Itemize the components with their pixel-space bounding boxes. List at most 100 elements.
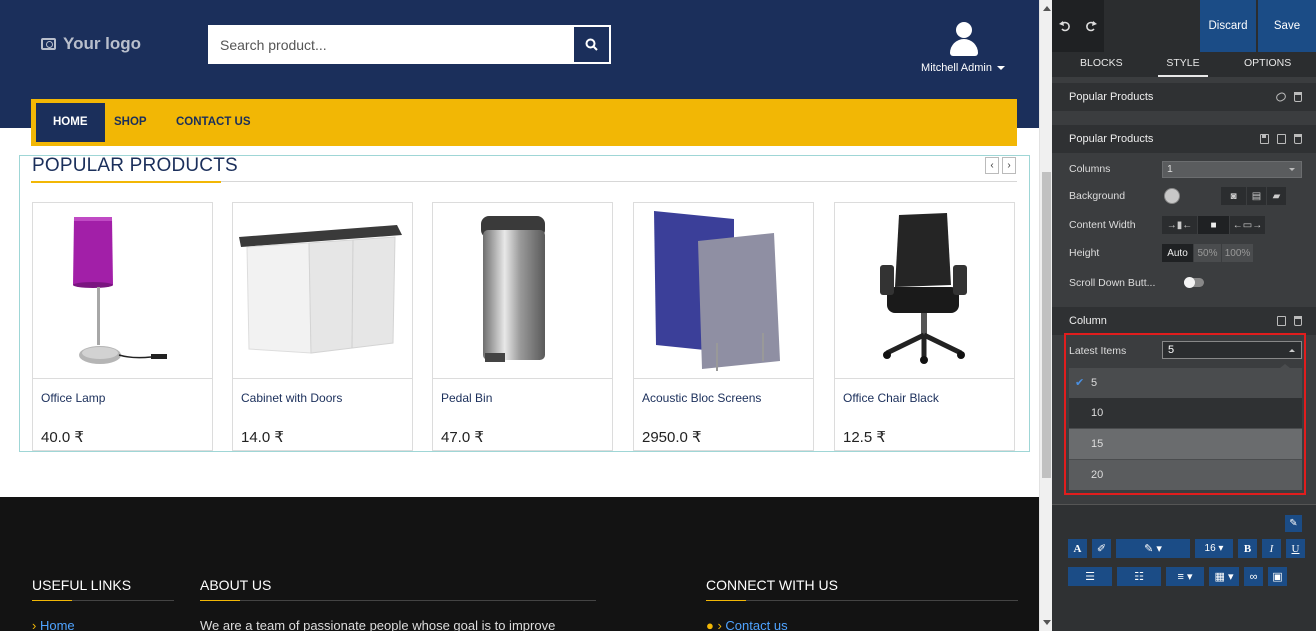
carousel-next-button[interactable]: › xyxy=(1002,157,1016,174)
snippet-header: Popular Products xyxy=(1052,83,1316,111)
clone-icon[interactable] xyxy=(1277,316,1286,326)
product-image-bin[interactable] xyxy=(433,203,612,379)
align-dropdown-button[interactable]: ≡ ▾ xyxy=(1166,567,1204,586)
dropdown-option-15[interactable]: 15 xyxy=(1069,429,1302,459)
product-price: 2950.0 ₹ xyxy=(642,429,702,446)
underline-button[interactable]: U xyxy=(1286,539,1305,558)
editor-toolbar: Discard Save xyxy=(1052,0,1316,52)
eraser-icon[interactable]: ✎ xyxy=(1285,515,1302,532)
product-image-cabinet[interactable] xyxy=(233,203,412,379)
background-shape-icon[interactable]: ▰ xyxy=(1267,187,1287,205)
font-size-dropdown[interactable]: 16 ▾ xyxy=(1195,539,1233,558)
snippet-title: Popular Products xyxy=(1069,91,1154,103)
product-name[interactable]: Acoustic Bloc Screens xyxy=(642,391,761,405)
title-accent xyxy=(31,181,221,183)
site-footer: USEFUL LINKS › Home ABOUT US We are a te… xyxy=(0,497,1039,631)
content-width-options: →▮← ■ ←▭→ xyxy=(1162,216,1266,234)
clone-icon[interactable] xyxy=(1277,134,1286,144)
undo-icon xyxy=(1059,21,1070,32)
background-image-icon[interactable]: ◙ xyxy=(1221,187,1247,205)
height-auto-button[interactable]: Auto xyxy=(1162,244,1194,262)
font-color-button[interactable]: A xyxy=(1068,539,1087,558)
height-50-button[interactable]: 50% xyxy=(1194,244,1222,262)
footer-link-contact-label: Contact us xyxy=(725,618,788,631)
dropdown-option-10[interactable]: 10 xyxy=(1069,398,1302,428)
site-logo[interactable]: Your logo xyxy=(41,34,141,54)
brush-icon[interactable]: ✐ xyxy=(1092,539,1111,558)
product-card[interactable]: Cabinet with Doors 14.0 ₹ xyxy=(232,202,413,451)
footer-link-contact[interactable]: ● › Contact us xyxy=(706,618,788,631)
latest-items-select[interactable]: 5 xyxy=(1162,341,1302,359)
toolbar-row-2: ☰ ☷ ≡ ▾ ▦ ▾ ∞ ▣ xyxy=(1068,567,1287,586)
nav-contact-us[interactable]: CONTACT US xyxy=(176,103,251,142)
tab-options[interactable]: OPTIONS xyxy=(1244,52,1291,77)
italic-button[interactable]: I xyxy=(1262,539,1281,558)
background-video-icon[interactable]: ▤ xyxy=(1247,187,1267,205)
product-name[interactable]: Cabinet with Doors xyxy=(241,391,342,405)
logo-text: Your logo xyxy=(63,34,142,53)
editor-panel: Discard Save BLOCKS STYLE OPTIONS Popula… xyxy=(1052,0,1316,631)
footer-about-text: We are a team of passionate people whose… xyxy=(200,618,556,631)
bullet-list-icon[interactable]: ☰ xyxy=(1068,567,1112,586)
canvas-scrollbar[interactable] xyxy=(1039,0,1052,631)
columns-select[interactable]: 1 xyxy=(1162,161,1302,178)
nav-shop[interactable]: SHOP xyxy=(114,103,147,142)
product-card[interactable]: Pedal Bin 47.0 ₹ xyxy=(432,202,613,451)
section-title: Popular Products xyxy=(1069,133,1154,145)
dropdown-option-5[interactable]: ✔ 5 xyxy=(1069,368,1302,398)
scrollbar-thumb[interactable] xyxy=(1042,172,1051,478)
link-icon[interactable] xyxy=(1274,91,1288,103)
caret-down-icon xyxy=(996,66,1005,71)
save-button[interactable]: Save xyxy=(1258,0,1316,52)
width-small-icon[interactable]: →▮← xyxy=(1162,216,1198,234)
dropdown-option-20[interactable]: 20 xyxy=(1069,460,1302,490)
redo-button[interactable] xyxy=(1078,0,1104,52)
product-card[interactable]: Acoustic Bloc Screens 2950.0 ₹ xyxy=(633,202,814,451)
scroll-up-icon[interactable] xyxy=(1043,6,1051,11)
discard-button[interactable]: Discard xyxy=(1200,0,1256,52)
width-full-icon[interactable]: ←▭→ xyxy=(1230,216,1266,234)
footer-useful-links-title: USEFUL LINKS xyxy=(32,577,132,593)
tab-blocks[interactable]: BLOCKS xyxy=(1080,52,1123,77)
product-image-chair[interactable] xyxy=(835,203,1014,379)
image-icon[interactable]: ▣ xyxy=(1268,567,1287,586)
product-name[interactable]: Pedal Bin xyxy=(441,391,492,405)
columns-label: Columns xyxy=(1069,163,1111,175)
numbered-list-icon[interactable]: ☷ xyxy=(1117,567,1161,586)
footer-link-home[interactable]: › Home xyxy=(32,618,75,631)
tab-style[interactable]: STYLE xyxy=(1158,52,1208,77)
nav-home[interactable]: HOME xyxy=(36,103,105,142)
product-price: 14.0 ₹ xyxy=(241,429,284,446)
height-100-button[interactable]: 100% xyxy=(1222,244,1254,262)
search-input[interactable] xyxy=(208,25,572,64)
width-regular-icon[interactable]: ■ xyxy=(1198,216,1230,234)
search-button[interactable] xyxy=(572,25,611,64)
product-name[interactable]: Office Lamp xyxy=(41,391,105,405)
trash-icon[interactable] xyxy=(1294,134,1302,144)
trash-icon[interactable] xyxy=(1294,92,1302,102)
product-image-screens[interactable] xyxy=(634,203,813,379)
chat-icon: ● xyxy=(706,618,714,631)
undo-button[interactable] xyxy=(1052,0,1078,52)
table-dropdown-button[interactable]: ▦ ▾ xyxy=(1209,567,1239,586)
scroll-down-toggle[interactable] xyxy=(1184,277,1204,288)
user-menu[interactable]: Mitchell Admin xyxy=(908,22,1018,74)
section-header: Popular Products xyxy=(1052,125,1316,153)
scroll-down-icon[interactable] xyxy=(1043,620,1051,625)
product-name[interactable]: Office Chair Black xyxy=(843,391,939,405)
background-options: ◙ ▤ ▰ xyxy=(1221,187,1287,205)
footer-divider xyxy=(706,600,1018,601)
product-image-lamp[interactable] xyxy=(33,203,212,379)
text-editor-toolbar: ✎ A ✐ ✎ ▾ 16 ▾ B I U ☰ ☷ ≡ ▾ ▦ ▾ ∞ ▣ xyxy=(1052,504,1316,631)
bold-button[interactable]: B xyxy=(1238,539,1257,558)
search-icon xyxy=(585,38,598,51)
link-icon[interactable]: ∞ xyxy=(1244,567,1263,586)
background-color-swatch[interactable] xyxy=(1164,188,1180,204)
product-card[interactable]: Office Lamp 40.0 ₹ xyxy=(32,202,213,451)
footer-connect-title: CONNECT WITH US xyxy=(706,577,838,593)
carousel-prev-button[interactable]: ‹ xyxy=(985,157,999,174)
style-dropdown-button[interactable]: ✎ ▾ xyxy=(1116,539,1190,558)
trash-icon[interactable] xyxy=(1294,316,1302,326)
product-card[interactable]: Office Chair Black 12.5 ₹ xyxy=(834,202,1015,451)
save-snippet-icon[interactable] xyxy=(1260,134,1269,144)
